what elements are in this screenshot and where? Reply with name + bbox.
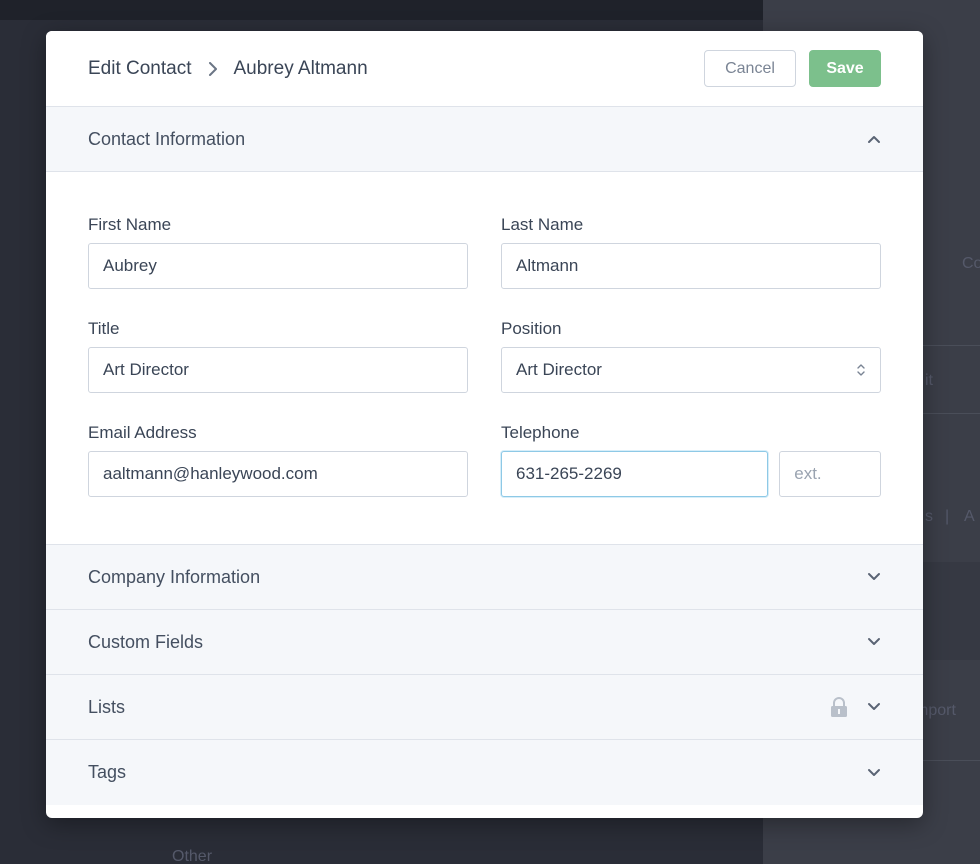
background-text: it [925,372,933,389]
section-tags[interactable]: Tags [46,740,923,805]
background-topbar [0,0,763,20]
save-button[interactable]: Save [809,50,881,87]
section-title: Company Information [88,566,261,587]
section-lists[interactable]: Lists [46,675,923,740]
chevron-down-icon[interactable] [867,768,881,778]
breadcrumb-parent[interactable]: Edit Contact [88,58,192,80]
background-text: s [925,508,933,525]
background-text: Other [172,848,213,864]
chevron-down-icon[interactable] [867,572,881,582]
first-name-label: First Name [88,215,172,234]
section-title: Lists [88,696,126,717]
chevron-down-icon[interactable] [867,637,881,647]
contact-information-form: First Name Aubrey Last Name Altmann Titl… [46,172,923,545]
chevron-up-icon[interactable] [867,134,881,144]
title-label: Title [88,319,120,338]
chevron-down-icon[interactable] [867,702,881,712]
extension-field[interactable]: ext. [779,451,881,497]
background-text: | [945,508,950,525]
breadcrumb: Edit Contact Aubrey Altmann [88,58,368,80]
chevron-right-icon [208,61,217,76]
edit-contact-modal: Edit Contact Aubrey Altmann Cancel Save … [46,31,923,818]
modal-header: Edit Contact Aubrey Altmann Cancel Save [46,31,923,107]
position-label: Position [501,319,562,338]
last-name-label: Last Name [501,215,584,234]
telephone-label: Telephone [501,423,580,442]
background-text: Co [962,255,980,272]
position-select[interactable]: Art Director [501,347,881,393]
last-name-field[interactable]: Altmann [501,243,881,289]
email-label: Email Address [88,423,197,442]
breadcrumb-current: Aubrey Altmann [233,57,368,79]
section-title: Custom Fields [88,631,204,652]
telephone-field[interactable]: 631-265-2269 [501,451,769,497]
section-title: Tags [88,762,127,782]
email-field[interactable]: aaltmann@hanleywood.com [88,451,468,497]
section-contact-information[interactable]: Contact Information [46,107,923,172]
section-company-information[interactable]: Company Information [46,545,923,610]
section-title: Contact Information [88,128,246,149]
background-text: A [964,508,975,525]
select-arrows-icon [857,364,865,376]
position-value: Art Director [516,360,602,379]
title-field[interactable]: Art Director [88,347,468,393]
cancel-button[interactable]: Cancel [704,50,796,87]
section-custom-fields[interactable]: Custom Fields [46,610,923,675]
lock-icon [831,697,847,717]
header-actions: Cancel Save [704,50,881,87]
first-name-field[interactable]: Aubrey [88,243,468,289]
